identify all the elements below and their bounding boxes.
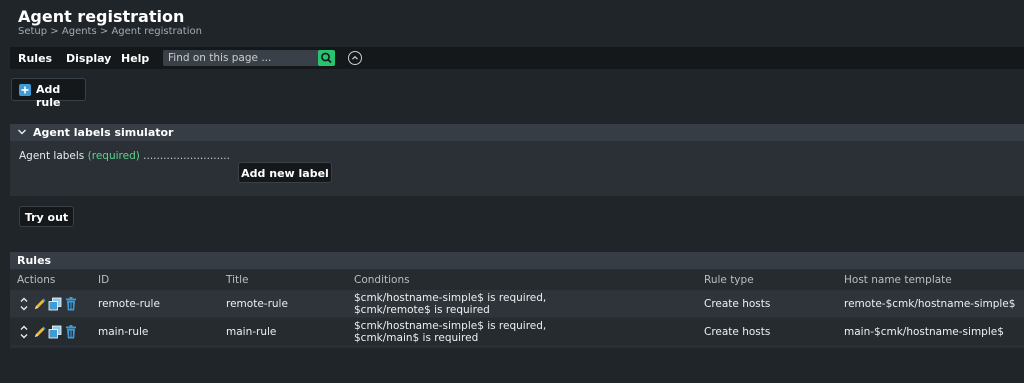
chevron-down-icon: [18, 129, 26, 135]
column-header-title[interactable]: Title: [226, 274, 249, 286]
search-input[interactable]: [163, 50, 318, 66]
collapse-header-button[interactable]: [348, 51, 362, 65]
try-out-label: Try out: [24, 211, 69, 224]
cell-title: main-rule: [226, 326, 277, 338]
condition-line: $cmk/remote$ is required: [354, 304, 490, 316]
rules-title: Rules: [17, 254, 52, 267]
try-out-button[interactable]: Try out: [19, 206, 74, 227]
search-box: [163, 50, 335, 66]
rules-header: Rules: [10, 252, 1024, 269]
add-rule-label: Add rule: [36, 83, 61, 109]
column-header-host-name-template[interactable]: Host name template: [844, 274, 952, 286]
clone-icon: [48, 325, 62, 339]
table-row: main-rule main-rule $cmk/hostname-simple…: [10, 318, 1024, 345]
chevron-up-circle-icon: [352, 55, 358, 60]
menu-bar: Rules Display Help: [10, 47, 1024, 69]
simulator-header[interactable]: Agent labels simulator: [10, 124, 1024, 141]
agent-labels-simulator-panel: Agent labels simulator Agent labels (req…: [10, 124, 1024, 196]
menu-help[interactable]: Help: [121, 52, 149, 65]
clone-icon: [48, 297, 62, 311]
menu-display[interactable]: Display: [66, 52, 111, 65]
column-header-actions: Actions: [17, 274, 56, 286]
column-header-conditions[interactable]: Conditions: [354, 274, 410, 286]
breadcrumb: Setup > Agents > Agent registration: [18, 26, 202, 37]
add-rule-button[interactable]: Add rule: [11, 78, 86, 109]
edit-button[interactable]: [32, 324, 46, 340]
title-bar: Agent registration Setup > Agents > Agen…: [0, 0, 1024, 46]
cell-conditions: $cmk/hostname-simple$ is required, $cmk/…: [354, 292, 546, 316]
cell-host-name-template: remote-$cmk/hostname-simple$: [844, 298, 1016, 310]
row-actions: [17, 324, 81, 340]
rules-panel: Rules Actions ID Title Conditions Rule t…: [10, 252, 1024, 348]
breadcrumb-item-current[interactable]: Agent registration: [111, 26, 201, 37]
cell-rule-type: Create hosts: [704, 326, 771, 338]
breadcrumb-item-setup[interactable]: Setup: [18, 26, 47, 37]
cell-id: main-rule: [98, 326, 149, 338]
condition-line: $cmk/hostname-simple$ is required,: [354, 292, 547, 304]
move-updown-icon: [20, 297, 28, 311]
search-button[interactable]: [318, 50, 335, 66]
agent-labels-row: Agent labels (required) ................…: [19, 150, 230, 162]
add-new-label-text: Add new label: [241, 167, 329, 180]
cell-id: remote-rule: [98, 298, 160, 310]
column-header-id[interactable]: ID: [98, 274, 109, 286]
condition-line: $cmk/main$ is required: [354, 332, 479, 344]
agent-labels-label: Agent labels: [19, 150, 85, 162]
row-actions: [17, 296, 81, 312]
column-header-rule-type[interactable]: Rule type: [704, 274, 754, 286]
delete-button[interactable]: [64, 296, 78, 312]
trash-icon: [66, 325, 76, 339]
cell-host-name-template: main-$cmk/hostname-simple$: [844, 326, 1004, 338]
condition-line: $cmk/hostname-simple$ is required,: [354, 320, 547, 332]
clone-button[interactable]: [48, 324, 62, 340]
breadcrumb-item-agents[interactable]: Agents: [62, 26, 97, 37]
edit-button[interactable]: [32, 296, 46, 312]
breadcrumb-separator: >: [50, 26, 59, 37]
cell-conditions: $cmk/hostname-simple$ is required, $cmk/…: [354, 320, 546, 344]
plus-icon: [19, 84, 31, 96]
table-header: Actions ID Title Conditions Rule type Ho…: [10, 270, 1024, 290]
breadcrumb-separator: >: [99, 26, 109, 37]
menu-rules[interactable]: Rules: [18, 52, 52, 65]
table-row: remote-rule remote-rule $cmk/hostname-si…: [10, 290, 1024, 317]
cell-title: remote-rule: [226, 298, 288, 310]
cell-rule-type: Create hosts: [704, 298, 771, 310]
delete-button[interactable]: [64, 324, 78, 340]
required-hint: (required): [87, 150, 140, 162]
simulator-title: Agent labels simulator: [33, 126, 174, 139]
page-title: Agent registration: [18, 7, 185, 26]
trash-icon: [66, 297, 76, 311]
search-icon: [321, 52, 332, 64]
dot-leader: ..........................: [143, 150, 230, 162]
move-button[interactable]: [17, 296, 31, 312]
clone-button[interactable]: [48, 296, 62, 312]
pencil-icon: [35, 326, 46, 337]
move-updown-icon: [20, 325, 28, 339]
move-button[interactable]: [17, 324, 31, 340]
add-new-label-button[interactable]: Add new label: [238, 162, 332, 183]
pencil-icon: [35, 298, 46, 309]
